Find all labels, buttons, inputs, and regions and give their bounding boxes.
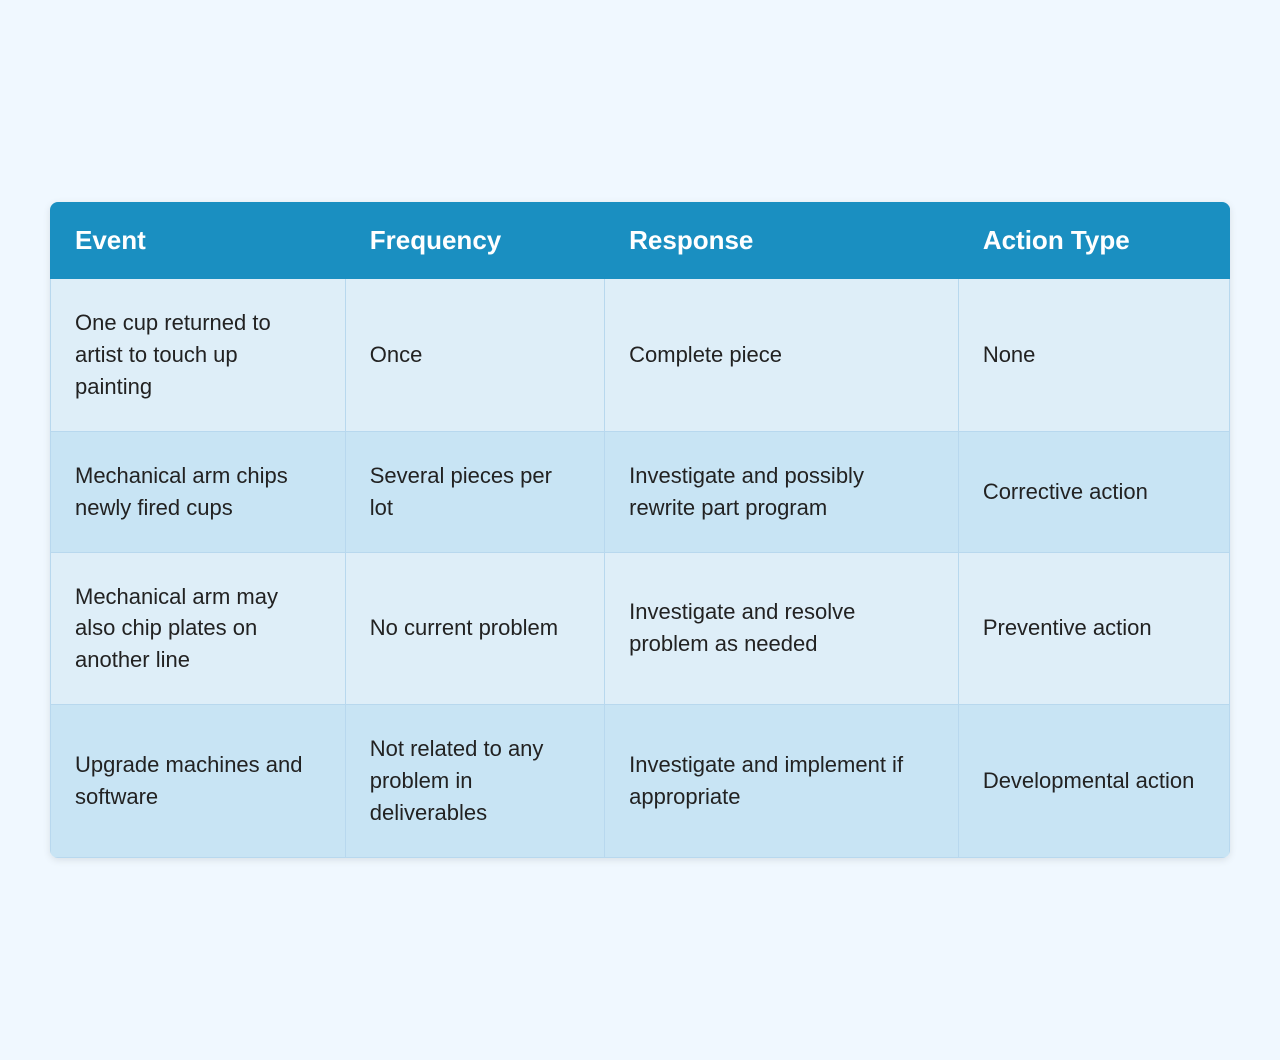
cell-event-2: Mechanical arm may also chip plates on a… — [51, 552, 346, 705]
cell-action_type-0: None — [958, 279, 1229, 432]
table-row: Mechanical arm may also chip plates on a… — [51, 552, 1230, 705]
table-body: One cup returned to artist to touch up p… — [51, 279, 1230, 858]
cell-action_type-1: Corrective action — [958, 431, 1229, 552]
header-row: Event Frequency Response Action Type — [51, 203, 1230, 279]
cell-frequency-1: Several pieces per lot — [345, 431, 604, 552]
cell-event-3: Upgrade machines and software — [51, 705, 346, 858]
main-table-container: Event Frequency Response Action Type One… — [50, 202, 1230, 858]
table-row: Upgrade machines and softwareNot related… — [51, 705, 1230, 858]
cell-frequency-0: Once — [345, 279, 604, 432]
table-row: One cup returned to artist to touch up p… — [51, 279, 1230, 432]
header-frequency: Frequency — [345, 203, 604, 279]
cell-event-1: Mechanical arm chips newly fired cups — [51, 431, 346, 552]
cell-action_type-3: Developmental action — [958, 705, 1229, 858]
cell-response-0: Complete piece — [605, 279, 959, 432]
header-response: Response — [605, 203, 959, 279]
cell-action_type-2: Preventive action — [958, 552, 1229, 705]
cell-response-3: Investigate and implement if appropriate — [605, 705, 959, 858]
table-row: Mechanical arm chips newly fired cupsSev… — [51, 431, 1230, 552]
cell-response-1: Investigate and possibly rewrite part pr… — [605, 431, 959, 552]
data-table: Event Frequency Response Action Type One… — [50, 202, 1230, 858]
cell-frequency-3: Not related to any problem in deliverabl… — [345, 705, 604, 858]
header-event: Event — [51, 203, 346, 279]
cell-event-0: One cup returned to artist to touch up p… — [51, 279, 346, 432]
cell-response-2: Investigate and resolve problem as neede… — [605, 552, 959, 705]
header-action-type: Action Type — [958, 203, 1229, 279]
cell-frequency-2: No current problem — [345, 552, 604, 705]
